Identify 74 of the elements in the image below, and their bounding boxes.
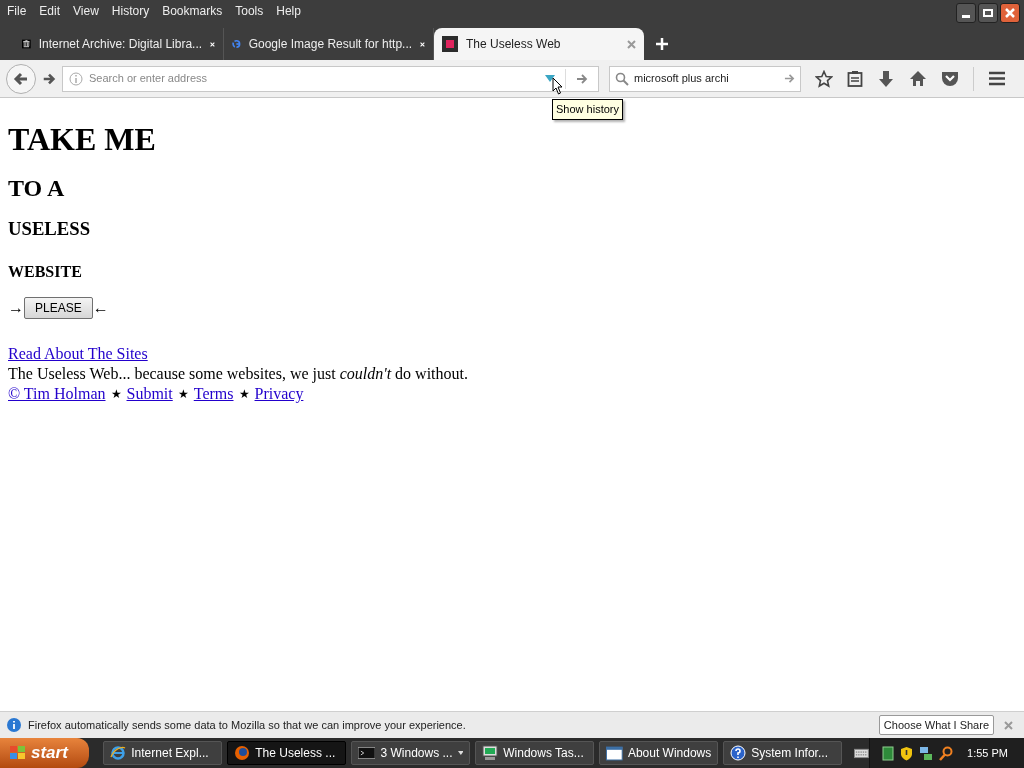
separator-text: ★ — [110, 386, 122, 403]
taskbar-button[interactable]: 3 Windows ... — [351, 741, 471, 765]
separator-text: ★ — [177, 386, 189, 403]
menu-item[interactable]: Tools — [235, 2, 264, 20]
separator-text: ★ — [238, 386, 250, 403]
windows-logo-icon — [9, 745, 27, 761]
forward-arrow-icon — [42, 71, 56, 86]
menu-item[interactable]: Help — [276, 2, 301, 20]
address-bar[interactable]: Search or enter address — [62, 65, 599, 92]
monitor-icon — [482, 745, 499, 761]
go-arrow-icon[interactable] — [784, 73, 795, 84]
footer-link[interactable]: Terms — [193, 384, 234, 404]
go-arrow-icon[interactable] — [576, 72, 588, 85]
address-field[interactable]: Search or enter address — [89, 70, 543, 87]
menu-item[interactable]: History — [111, 2, 150, 20]
menu-item[interactable]: File — [7, 2, 27, 20]
help-icon — [730, 745, 747, 761]
search-field[interactable]: microsoft plus archi — [634, 70, 779, 87]
tab[interactable]: The Useless Web — [434, 28, 644, 60]
tagline-text: The Useless Web... because some websites, we just couldn't do without. — [8, 364, 469, 384]
info-icon — [7, 718, 21, 732]
heading: WEBSITE — [8, 262, 83, 282]
clipboard-icon[interactable] — [847, 70, 863, 87]
minimize-button[interactable] — [956, 3, 976, 23]
cursor-icon — [552, 77, 564, 95]
search-bar[interactable]: microsoft plus archi — [609, 65, 801, 92]
home-icon[interactable] — [909, 70, 927, 87]
taskbar-button[interactable]: Windows Tas... — [475, 741, 595, 765]
start-button[interactable]: start — [0, 738, 90, 768]
shield-icon — [900, 745, 914, 761]
tooltip: Show history — [552, 99, 623, 120]
star-icon[interactable] — [815, 69, 833, 88]
magnifier-icon — [939, 745, 954, 761]
menu-item[interactable]: View — [73, 2, 99, 20]
restore-button[interactable] — [978, 3, 998, 23]
clock-text: 1:55 PM — [967, 745, 1008, 761]
keyboard-icon[interactable] — [854, 747, 870, 759]
taskbar-button[interactable]: The Useless ... — [227, 741, 347, 765]
taskbar-button[interactable]: About Windows — [599, 741, 719, 765]
pocket-icon[interactable] — [941, 70, 959, 87]
read-link[interactable]: Read About The Sites — [8, 345, 148, 362]
arrow-text: ← — [92, 298, 109, 318]
info-icon — [69, 71, 83, 86]
window-icon — [606, 745, 623, 761]
heading: TO A — [8, 174, 66, 202]
console-icon — [358, 747, 376, 759]
download-icon[interactable] — [877, 69, 895, 88]
back-arrow-icon — [13, 70, 29, 87]
menu-item[interactable]: Edit — [39, 2, 61, 20]
share-button[interactable]: Choose What I Share — [878, 715, 994, 735]
caret-icon — [457, 751, 464, 755]
arrow-text: → — [8, 298, 24, 318]
footer-link[interactable]: Privacy — [254, 384, 304, 404]
heading: USELESS — [8, 218, 92, 240]
menu-icon[interactable] — [988, 71, 1006, 86]
taskbar-button[interactable]: System Infor... — [723, 741, 843, 765]
new-tab-icon[interactable] — [656, 38, 668, 50]
dropdown-icon[interactable] — [545, 75, 555, 82]
back-button[interactable] — [6, 63, 36, 94]
globe-icon — [234, 745, 251, 761]
notification-text: Firefox automatically sends some data to Mozilla so that we can improve your experience. — [28, 717, 466, 733]
please-button[interactable]: PLEASE — [24, 297, 93, 319]
close-button[interactable] — [1000, 3, 1020, 23]
battery-icon — [882, 745, 895, 761]
search-icon — [615, 71, 629, 86]
close-icon — [1004, 7, 1016, 19]
network-icon — [919, 745, 934, 761]
footer-link[interactable]: © Tim Holman — [8, 384, 106, 404]
square-icon — [442, 36, 458, 52]
menu-item[interactable]: Bookmarks — [162, 2, 223, 20]
heading: TAKE ME — [8, 120, 157, 159]
taskbar-button[interactable]: Internet Expl... — [103, 741, 223, 765]
e-logo-icon — [110, 745, 127, 761]
footer-link[interactable]: Submit — [126, 384, 173, 404]
